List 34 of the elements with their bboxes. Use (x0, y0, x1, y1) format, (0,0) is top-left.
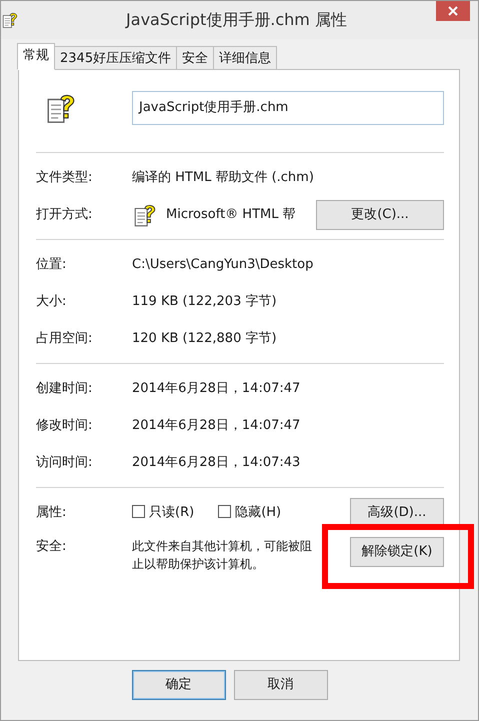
tab[interactable]: 安全 (176, 46, 214, 70)
field-label: 安全: (36, 538, 68, 556)
unblock-button[interactable]: 解除锁定(K) (350, 537, 444, 567)
field-value: 119 KB (122,203 字节) (132, 292, 278, 311)
field-label: 访问时间: (36, 454, 94, 472)
tab[interactable]: 2345好压压缩文件 (54, 46, 178, 70)
app-name: Microsoft® HTML 帮 (166, 206, 297, 224)
field-label: 创建时间: (36, 380, 94, 398)
field-label: 位置: (36, 256, 68, 274)
field-value: C:\Users\CangYun3\Desktop (132, 256, 314, 274)
close-button[interactable] (436, 1, 470, 21)
security-note: 此文件来自其他计算机，可能被阻止以帮助保护该计算机。 (132, 538, 313, 573)
field-label: 大小: (36, 292, 68, 311)
field-value: 120 KB (122,880 字节) (132, 330, 278, 348)
checkbox[interactable]: 隐藏(H) (218, 502, 282, 522)
change-button[interactable]: 更改(C)... (316, 200, 444, 230)
tab[interactable]: 常规 (17, 43, 55, 70)
field-value: 2014年6月28日，14:07:47 (132, 416, 302, 435)
window-title: JavaScript使用手册.chm 属性 (124, 9, 348, 31)
field-label: 修改时间: (36, 416, 94, 435)
dialog-button[interactable]: 确定 (132, 670, 226, 700)
close-icon (448, 6, 458, 16)
field-value: 编译的 HTML 帮助文件 (.chm) (132, 168, 315, 187)
field-value: 2014年6月28日，14:07:43 (132, 454, 302, 472)
file-name-field[interactable]: JavaScript使用手册.chm (132, 91, 444, 125)
tab[interactable]: 详细信息 (213, 46, 278, 70)
checkbox[interactable]: 只读(R) (132, 502, 194, 522)
field-label: 占用空间: (36, 330, 94, 348)
help-file-icon (1, 11, 19, 29)
field-label: 属性: (36, 504, 68, 522)
field-label: 打开方式: (36, 206, 94, 224)
dialog-button[interactable]: 取消 (234, 670, 328, 700)
field-label: 文件类型: (36, 168, 94, 187)
field-value: 2014年6月28日，14:07:47 (132, 380, 302, 398)
